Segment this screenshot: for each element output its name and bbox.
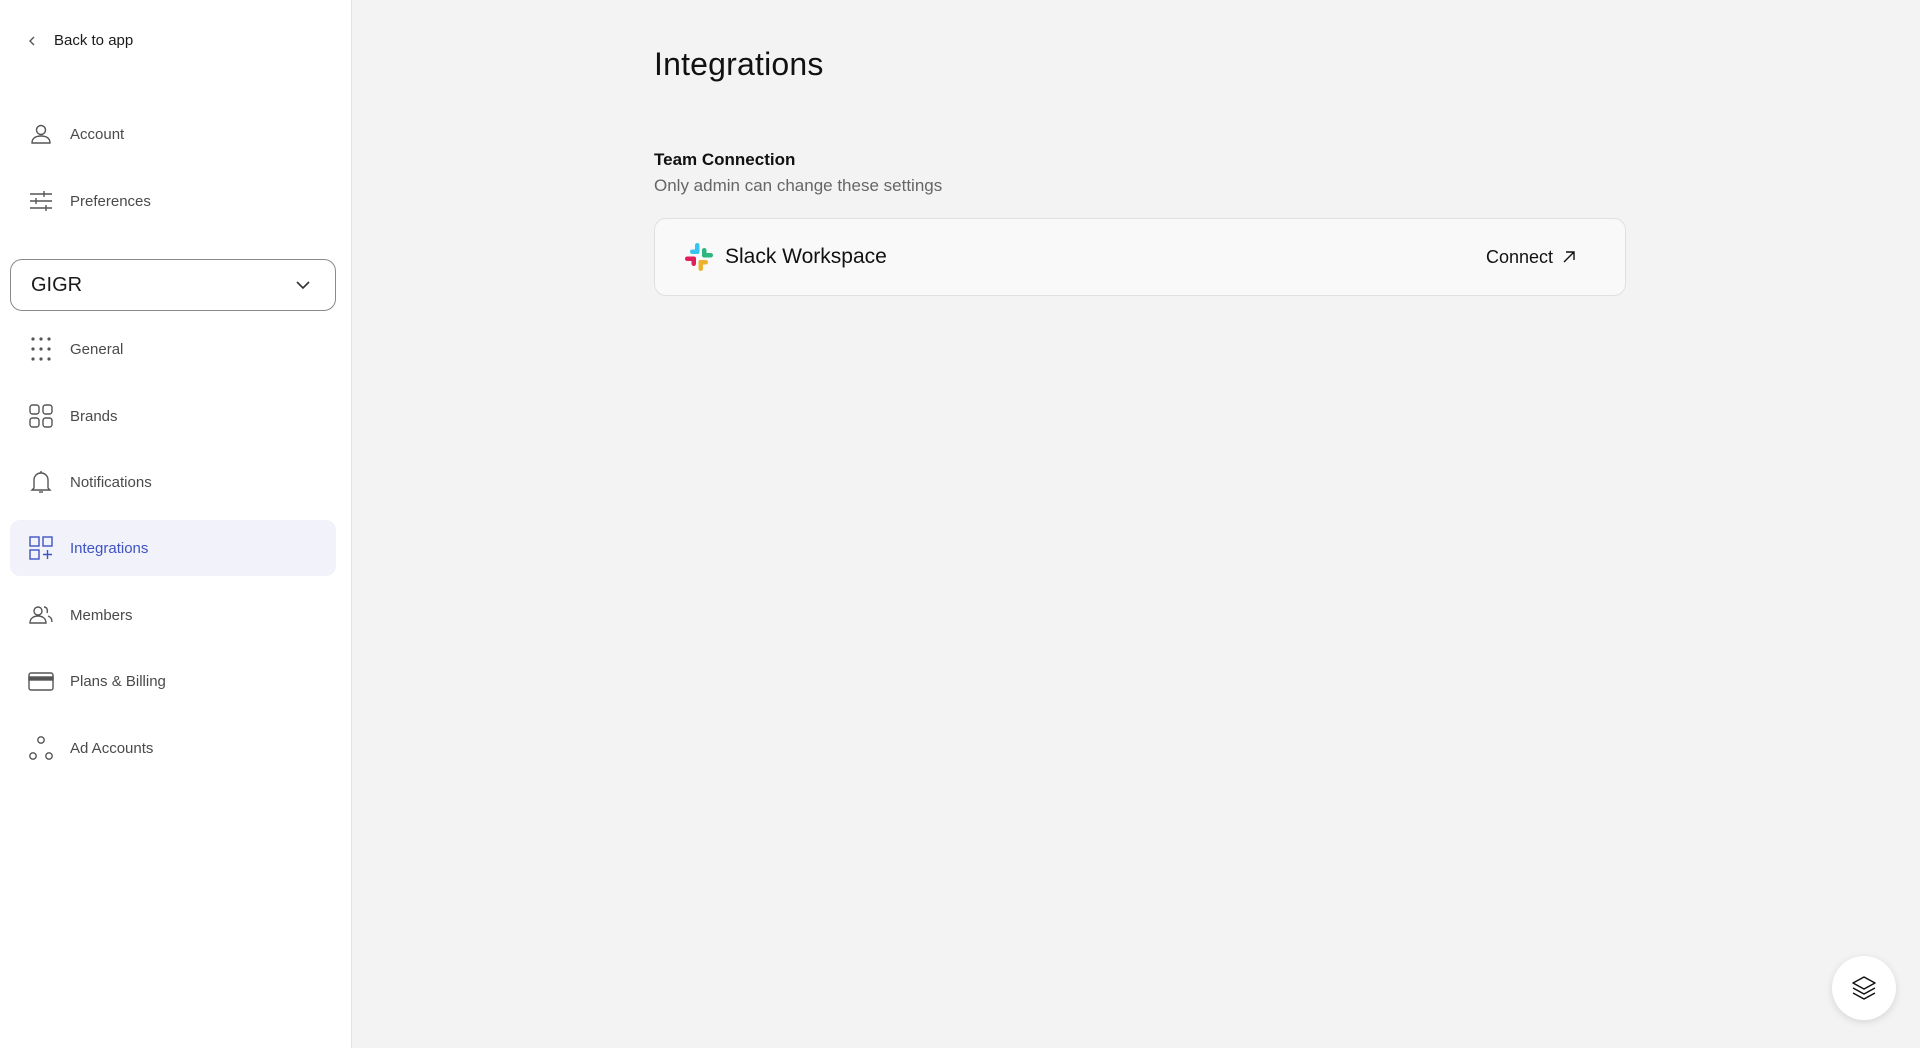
page-title: Integrations: [654, 46, 824, 82]
sidebar-item-label: Brands: [70, 407, 118, 425]
sidebar-item-label: Plans & Billing: [70, 672, 166, 690]
sidebar-item-ad-accounts[interactable]: Ad Accounts: [10, 720, 336, 776]
chevron-down-icon: [296, 281, 310, 290]
users-icon: [28, 602, 54, 628]
sliders-icon: [28, 188, 54, 214]
chevron-left-icon: [29, 36, 35, 45]
sidebar-item-brands[interactable]: Brands: [10, 388, 336, 444]
section-title: Team Connection: [654, 150, 796, 169]
sidebar-item-label: Ad Accounts: [70, 739, 154, 757]
connect-button[interactable]: Connect: [1486, 247, 1577, 268]
settings-sidebar: Back to app Account Preferences GIGR Gen…: [0, 0, 352, 1048]
sidebar-item-account[interactable]: Account: [10, 106, 336, 162]
main-content: Integrations Team Connection Only admin …: [352, 0, 1920, 1048]
back-to-app-label: Back to app: [54, 32, 134, 49]
bell-icon: [28, 469, 54, 495]
back-to-app-link[interactable]: Back to app: [24, 32, 133, 49]
sidebar-item-label: Members: [70, 606, 133, 624]
sidebar-item-label: Account: [70, 125, 125, 143]
slack-logo-icon: [685, 243, 713, 271]
connect-label: Connect: [1485, 246, 1553, 267]
sidebar-item-general[interactable]: General: [10, 321, 336, 377]
dots-grid-icon: [28, 336, 54, 362]
grid-squares-icon: [28, 403, 54, 429]
sidebar-item-plans-billing[interactable]: Plans & Billing: [10, 653, 336, 709]
credit-card-icon: [28, 668, 54, 694]
sidebar-item-notifications[interactable]: Notifications: [10, 454, 336, 510]
sidebar-item-members[interactable]: Members: [10, 587, 336, 643]
layers-icon: [1852, 976, 1876, 1000]
sidebar-item-label: General: [70, 340, 124, 358]
integration-name: Slack Workspace: [725, 245, 887, 268]
organization-select-value: GIGR: [31, 273, 83, 296]
sidebar-item-integrations[interactable]: Integrations: [10, 520, 336, 576]
sidebar-item-label: Integrations: [70, 539, 149, 557]
nodes-icon: [28, 735, 54, 761]
grid-plus-icon: [28, 535, 54, 561]
organization-select[interactable]: GIGR: [10, 259, 336, 311]
user-icon: [28, 121, 54, 147]
section-subtitle: Only admin can change these settings: [654, 176, 943, 195]
arrow-up-right-icon: [1563, 251, 1575, 263]
sidebar-item-label: Notifications: [70, 473, 152, 491]
layers-button[interactable]: [1832, 956, 1896, 1020]
sidebar-item-preferences[interactable]: Preferences: [10, 173, 336, 229]
slack-integration-card: Slack Workspace Connect: [654, 218, 1626, 296]
sidebar-item-label: Preferences: [70, 192, 151, 210]
